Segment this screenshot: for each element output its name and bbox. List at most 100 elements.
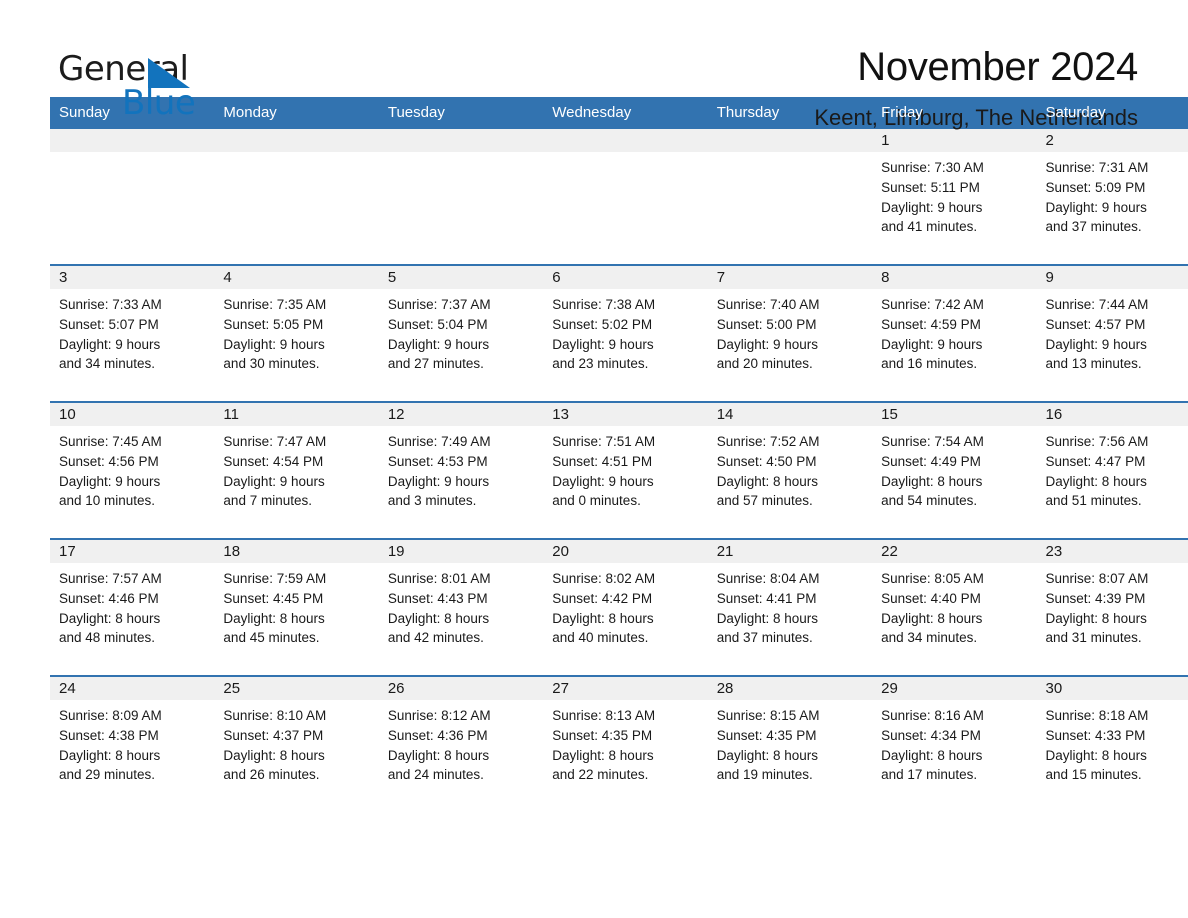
- sunset-text: Sunset: 4:45 PM: [223, 590, 324, 606]
- calendar-day-cell[interactable]: 14 Sunrise: 7:52 AM Sunset: 4:50 PM Dayligh…: [707, 402, 873, 539]
- calendar-day-cell[interactable]: 17 Sunrise: 7:57 AM Sunset: 4:46 PM Dayligh…: [50, 539, 215, 676]
- daylight-text-line2: and 17 minutes.: [881, 767, 978, 783]
- day-number: 30: [1036, 677, 1188, 700]
- calendar-cell-empty: [707, 129, 873, 265]
- sunset-text: Sunset: 4:37 PM: [223, 727, 324, 743]
- calendar-day-cell[interactable]: 20 Sunrise: 8:02 AM Sunset: 4:42 PM Dayligh…: [543, 539, 708, 676]
- sunrise-text: Sunrise: 7:42 AM: [881, 297, 984, 312]
- day-details: Sunrise: 7:45 AM Sunset: 4:56 PM Daylight:…: [50, 426, 214, 511]
- calendar-day-cell[interactable]: 28 Sunrise: 8:15 AM Sunset: 4:35 PM Dayligh…: [707, 676, 873, 812]
- sunrise-text: Sunrise: 7:51 AM: [552, 434, 656, 449]
- sunset-text: Sunset: 5:02 PM: [552, 316, 653, 332]
- daylight-text-line1: Daylight: 9 hours: [1045, 199, 1147, 215]
- calendar-day-cell[interactable]: 26 Sunrise: 8:12 AM Sunset: 4:36 PM Dayligh…: [378, 676, 544, 812]
- sunrise-text: Sunrise: 8:04 AM: [716, 571, 820, 586]
- sunset-text: Sunset: 4:46 PM: [59, 590, 159, 606]
- calendar-day-cell[interactable]: 24 Sunrise: 8:09 AM Sunset: 4:38 PM Dayligh…: [50, 676, 215, 812]
- calendar-day-cell[interactable]: 4 Sunrise: 7:35 AM Sunset: 5:05 PM Daylight…: [214, 265, 379, 402]
- day-details: Sunrise: 7:57 AM Sunset: 4:46 PM Daylight:…: [50, 563, 214, 648]
- day-number: 7: [707, 266, 873, 289]
- daylight-text-line2: and 34 minutes.: [881, 630, 978, 646]
- calendar-day-cell[interactable]: 11 Sunrise: 7:47 AM Sunset: 4:54 PM Dayligh…: [214, 402, 379, 539]
- day-details: Sunrise: 7:49 AM Sunset: 4:53 PM Daylight:…: [379, 426, 543, 511]
- day-details: Sunrise: 7:33 AM Sunset: 5:07 PM Daylight:…: [50, 289, 214, 374]
- calendar-day-cell[interactable]: 12 Sunrise: 7:49 AM Sunset: 4:53 PM Dayligh…: [378, 402, 544, 539]
- calendar-day-cell[interactable]: 25 Sunrise: 8:10 AM Sunset: 4:37 PM Dayligh…: [214, 676, 379, 812]
- day-details: Sunrise: 7:51 AM Sunset: 4:51 PM Daylight:…: [543, 426, 707, 511]
- sunset-text: Sunset: 4:47 PM: [1045, 453, 1146, 469]
- day-details: Sunrise: 8:16 AM Sunset: 4:34 PM Daylight:…: [872, 700, 1036, 785]
- daylight-text-line2: and 19 minutes.: [716, 767, 813, 783]
- day-number: 27: [543, 677, 708, 700]
- day-details: Sunrise: 7:40 AM Sunset: 5:00 PM Daylight:…: [708, 289, 872, 374]
- day-details: Sunrise: 7:59 AM Sunset: 4:45 PM Daylight:…: [214, 563, 378, 648]
- calendar-day-cell[interactable]: 21 Sunrise: 8:04 AM Sunset: 4:41 PM Dayligh…: [707, 539, 873, 676]
- day-details: Sunrise: 8:07 AM Sunset: 4:39 PM Daylight:…: [1037, 563, 1188, 648]
- day-number: 17: [50, 540, 215, 563]
- calendar-cell-empty: [214, 129, 379, 265]
- daylight-text-line1: Daylight: 9 hours: [223, 336, 325, 352]
- page-title: November 2024: [857, 45, 1138, 89]
- sunrise-text: Sunrise: 7:30 AM: [881, 160, 984, 175]
- calendar-day-cell[interactable]: 1 Sunrise: 7:30 AM Sunset: 5:11 PM Daylight…: [872, 129, 1037, 265]
- day-details: [543, 152, 707, 158]
- daylight-text-line1: Daylight: 9 hours: [552, 336, 654, 352]
- calendar-week-row: 17 Sunrise: 7:57 AM Sunset: 4:46 PM Dayligh…: [50, 539, 1188, 676]
- calendar-day-cell[interactable]: 16 Sunrise: 7:56 AM Sunset: 4:47 PM Dayligh…: [1036, 402, 1188, 539]
- day-details: Sunrise: 8:18 AM Sunset: 4:33 PM Daylight:…: [1037, 700, 1188, 785]
- sunrise-text: Sunrise: 7:44 AM: [1045, 297, 1149, 312]
- day-details: Sunrise: 8:09 AM Sunset: 4:38 PM Daylight:…: [50, 700, 214, 785]
- day-number: 4: [214, 266, 379, 289]
- calendar-cell-empty: [378, 129, 544, 265]
- calendar-day-cell[interactable]: 30 Sunrise: 8:18 AM Sunset: 4:33 PM Dayligh…: [1036, 676, 1188, 812]
- sunrise-text: Sunrise: 7:49 AM: [387, 434, 491, 449]
- calendar-day-cell[interactable]: 7 Sunrise: 7:40 AM Sunset: 5:00 PM Daylight…: [707, 265, 873, 402]
- day-details: Sunrise: 8:15 AM Sunset: 4:35 PM Daylight:…: [708, 700, 872, 785]
- sunset-text: Sunset: 4:49 PM: [881, 453, 981, 469]
- calendar-cell-empty: [50, 129, 215, 265]
- sunset-text: Sunset: 4:35 PM: [552, 727, 653, 743]
- sunrise-text: Sunrise: 8:13 AM: [552, 708, 656, 723]
- daylight-text-line2: and 7 minutes.: [223, 493, 312, 509]
- calendar-day-cell[interactable]: 27 Sunrise: 8:13 AM Sunset: 4:35 PM Dayligh…: [543, 676, 708, 812]
- daylight-text-line1: Daylight: 9 hours: [1045, 336, 1147, 352]
- calendar-day-cell[interactable]: 5 Sunrise: 7:37 AM Sunset: 5:04 PM Daylight…: [378, 265, 544, 402]
- sunset-text: Sunset: 5:04 PM: [387, 316, 488, 332]
- calendar-day-cell[interactable]: 22 Sunrise: 8:05 AM Sunset: 4:40 PM Dayligh…: [872, 539, 1037, 676]
- sunrise-text: Sunrise: 8:05 AM: [881, 571, 984, 586]
- calendar-day-cell[interactable]: 13 Sunrise: 7:51 AM Sunset: 4:51 PM Dayligh…: [543, 402, 708, 539]
- calendar-day-cell[interactable]: 10 Sunrise: 7:45 AM Sunset: 4:56 PM Dayligh…: [50, 402, 215, 539]
- sunrise-text: Sunrise: 7:47 AM: [223, 434, 327, 449]
- sunset-text: Sunset: 4:35 PM: [716, 727, 817, 743]
- daylight-text-line1: Daylight: 8 hours: [881, 747, 983, 763]
- day-number: [50, 129, 215, 152]
- calendar-day-cell[interactable]: 2 Sunrise: 7:31 AM Sunset: 5:09 PM Daylight…: [1036, 129, 1188, 265]
- day-details: [379, 152, 543, 158]
- daylight-text-line2: and 23 minutes.: [552, 356, 649, 372]
- calendar-day-cell[interactable]: 23 Sunrise: 8:07 AM Sunset: 4:39 PM Dayligh…: [1036, 539, 1188, 676]
- daylight-text-line2: and 22 minutes.: [552, 767, 649, 783]
- day-details: Sunrise: 7:42 AM Sunset: 4:59 PM Daylight:…: [872, 289, 1036, 374]
- sunrise-text: Sunrise: 8:18 AM: [1045, 708, 1149, 723]
- calendar-day-cell[interactable]: 9 Sunrise: 7:44 AM Sunset: 4:57 PM Daylight…: [1036, 265, 1188, 402]
- calendar-day-cell[interactable]: 8 Sunrise: 7:42 AM Sunset: 4:59 PM Daylight…: [872, 265, 1037, 402]
- sunset-text: Sunset: 5:07 PM: [59, 316, 159, 332]
- daylight-text-line2: and 31 minutes.: [1045, 630, 1142, 646]
- calendar-day-cell[interactable]: 19 Sunrise: 8:01 AM Sunset: 4:43 PM Dayligh…: [378, 539, 544, 676]
- sunrise-text: Sunrise: 8:02 AM: [552, 571, 656, 586]
- day-number: [707, 129, 873, 152]
- day-details: Sunrise: 8:01 AM Sunset: 4:43 PM Daylight:…: [379, 563, 543, 648]
- calendar-day-cell[interactable]: 18 Sunrise: 7:59 AM Sunset: 4:45 PM Dayligh…: [214, 539, 379, 676]
- day-details: [214, 152, 378, 158]
- calendar-day-cell[interactable]: 29 Sunrise: 8:16 AM Sunset: 4:34 PM Dayligh…: [872, 676, 1037, 812]
- calendar-day-cell[interactable]: 3 Sunrise: 7:33 AM Sunset: 5:07 PM Daylight…: [50, 265, 215, 402]
- calendar-cell-empty: [543, 129, 708, 265]
- daylight-text-line2: and 27 minutes.: [387, 356, 484, 372]
- calendar-day-cell[interactable]: 15 Sunrise: 7:54 AM Sunset: 4:49 PM Dayligh…: [872, 402, 1037, 539]
- day-details: Sunrise: 7:37 AM Sunset: 5:04 PM Daylight:…: [379, 289, 543, 374]
- daylight-text-line2: and 15 minutes.: [1045, 767, 1142, 783]
- daylight-text-line1: Daylight: 8 hours: [1045, 473, 1147, 489]
- calendar-day-cell[interactable]: 6 Sunrise: 7:38 AM Sunset: 5:02 PM Daylight…: [543, 265, 708, 402]
- day-number: 6: [543, 266, 708, 289]
- daylight-text-line1: Daylight: 8 hours: [881, 610, 983, 626]
